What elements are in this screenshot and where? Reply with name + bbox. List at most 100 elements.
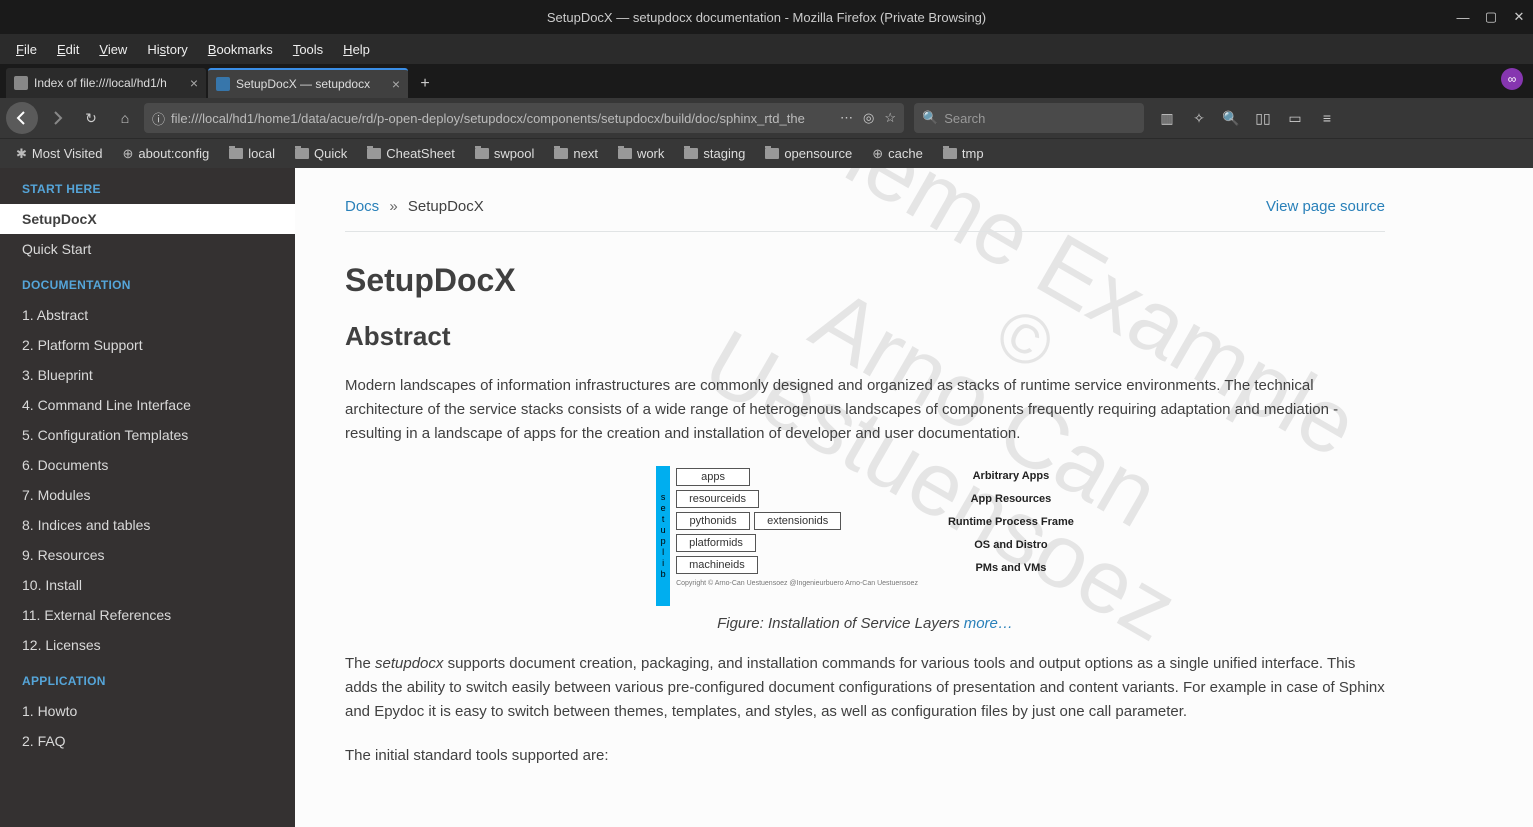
menubar: File Edit View History Bookmarks Tools H…: [0, 34, 1533, 64]
globe-icon: ⊕: [122, 146, 133, 162]
tab-setupdocx[interactable]: SetupDocX — setupdocx ×: [208, 68, 408, 98]
breadcrumb-sep: »: [389, 198, 397, 215]
sidebar-icon[interactable]: ▥: [1156, 110, 1178, 127]
more-icon[interactable]: ⋯: [840, 110, 853, 126]
info-icon[interactable]: ⓘ: [152, 109, 165, 128]
abstract-p2: The setupdocx supports document creation…: [345, 652, 1385, 724]
private-browsing-icon: ∞: [1501, 68, 1523, 90]
close-button[interactable]: ✕: [1511, 9, 1527, 25]
folder-icon: [554, 148, 568, 159]
figure-more-link[interactable]: more…: [964, 615, 1013, 632]
sidebar-caption-start: START HERE: [0, 168, 295, 204]
bookmark-quick[interactable]: Quick: [287, 144, 355, 163]
breadcrumb-current: SetupDocX: [408, 198, 484, 215]
doc-sidebar: START HERE SetupDocX Quick Start DOCUMEN…: [0, 168, 295, 827]
bookmark-opensource[interactable]: opensource: [757, 144, 860, 163]
breadcrumb-root[interactable]: Docs: [345, 198, 379, 215]
sidebar-item-licenses[interactable]: 12. Licenses: [0, 630, 295, 660]
sidebar-item-quickstart[interactable]: Quick Start: [0, 234, 295, 264]
sidebar-item-faq[interactable]: 2. FAQ: [0, 726, 295, 756]
sidebar-item-resources[interactable]: 9. Resources: [0, 540, 295, 570]
menu-view[interactable]: View: [89, 38, 137, 61]
sidebar-caption-documentation: DOCUMENTATION: [0, 264, 295, 300]
sidebar-item-abstract[interactable]: 1. Abstract: [0, 300, 295, 330]
find-icon[interactable]: 🔍: [1220, 110, 1242, 127]
menu-help[interactable]: Help: [333, 38, 380, 61]
bookmark-next[interactable]: next: [546, 144, 606, 163]
view-page-source[interactable]: View page source: [1266, 198, 1385, 215]
forward-button[interactable]: [42, 103, 72, 133]
sidebar-caption-application: APPLICATION: [0, 660, 295, 696]
bookmark-cache[interactable]: ⊕cache: [864, 144, 931, 164]
tab-strip: Index of file:///local/hd1/h × SetupDocX…: [0, 64, 1533, 98]
main-document: Theme Example © Arno Can Uestuensoez Doc…: [295, 168, 1533, 827]
sidebar-item-blueprint[interactable]: 3. Blueprint: [0, 360, 295, 390]
bookmark-swpool[interactable]: swpool: [467, 144, 542, 163]
search-box[interactable]: 🔍 Search: [914, 103, 1144, 133]
content-area: START HERE SetupDocX Quick Start DOCUMEN…: [0, 168, 1533, 827]
bookmark-most-visited[interactable]: ✱Most Visited: [8, 144, 110, 164]
library-star-icon[interactable]: ✧: [1188, 110, 1210, 127]
sidebar-item-setupdocx[interactable]: SetupDocX: [0, 204, 295, 234]
sidebar-item-external[interactable]: 11. External References: [0, 600, 295, 630]
window-titlebar: SetupDocX — setupdocx documentation - Mo…: [0, 0, 1533, 34]
home-button[interactable]: ⌂: [110, 103, 140, 133]
close-icon[interactable]: ×: [392, 76, 400, 92]
gear-icon: ✱: [16, 146, 27, 162]
figure-caption: Figure: Installation of Service Layers: [717, 615, 960, 632]
bookmark-tmp[interactable]: tmp: [935, 144, 992, 163]
folder-icon: [765, 148, 779, 159]
folder-icon: [475, 148, 489, 159]
sidebar-item-cli[interactable]: 4. Command Line Interface: [0, 390, 295, 420]
abstract-p3: The initial standard tools supported are…: [345, 744, 1385, 768]
page-title: SetupDocX: [345, 262, 1385, 299]
minimize-button[interactable]: —: [1455, 10, 1471, 25]
close-icon[interactable]: ×: [190, 75, 198, 91]
back-button[interactable]: [6, 102, 38, 134]
diagram-copyright: Copyright © Arno-Can Uestuensoez @Ingeni…: [676, 580, 918, 587]
menu-icon[interactable]: ≡: [1316, 110, 1338, 127]
sidebar-item-platform[interactable]: 2. Platform Support: [0, 330, 295, 360]
tab-index[interactable]: Index of file:///local/hd1/h ×: [6, 68, 206, 98]
download-icon[interactable]: ▭: [1284, 110, 1306, 127]
menu-bookmarks[interactable]: Bookmarks: [198, 38, 283, 61]
abstract-p1: Modern landscapes of information infrast…: [345, 374, 1385, 446]
menu-edit[interactable]: Edit: [47, 38, 89, 61]
maximize-button[interactable]: ▢: [1483, 9, 1499, 25]
figure-service-layers: setuplib apps resourceids pythonidsexten…: [345, 466, 1385, 632]
sidebar-item-documents[interactable]: 6. Documents: [0, 450, 295, 480]
reload-button[interactable]: ↻: [76, 103, 106, 133]
sidebar-item-modules[interactable]: 7. Modules: [0, 480, 295, 510]
bookmark-work[interactable]: work: [610, 144, 672, 163]
star-icon[interactable]: ☆: [884, 110, 896, 126]
folder-icon: [295, 148, 309, 159]
folder-icon: [229, 148, 243, 159]
bookmark-staging[interactable]: staging: [676, 144, 753, 163]
url-text: file:///local/hd1/home1/data/acue/rd/p-o…: [171, 111, 834, 126]
python-icon: [216, 77, 230, 91]
folder-icon: [367, 148, 381, 159]
menu-file[interactable]: File: [6, 38, 47, 61]
section-abstract: Abstract: [345, 321, 1385, 352]
bookmark-cheatsheet[interactable]: CheatSheet: [359, 144, 463, 163]
search-icon: 🔍: [922, 110, 938, 126]
bookmark-bar: ✱Most Visited ⊕about:config local Quick …: [0, 138, 1533, 168]
sidebar-item-indices[interactable]: 8. Indices and tables: [0, 510, 295, 540]
bookmark-local[interactable]: local: [221, 144, 283, 163]
new-tab-button[interactable]: +: [410, 70, 440, 98]
search-placeholder: Search: [944, 111, 985, 126]
url-bar[interactable]: ⓘ file:///local/hd1/home1/data/acue/rd/p…: [144, 103, 904, 133]
shield-icon[interactable]: ◎: [863, 110, 874, 126]
library-icon[interactable]: ▯▯: [1252, 110, 1274, 127]
sidebar-item-install[interactable]: 10. Install: [0, 570, 295, 600]
diagram-side-label: setuplib: [656, 466, 670, 606]
nav-toolbar: ↻ ⌂ ⓘ file:///local/hd1/home1/data/acue/…: [0, 98, 1533, 138]
menu-tools[interactable]: Tools: [283, 38, 333, 61]
sidebar-item-howto[interactable]: 1. Howto: [0, 696, 295, 726]
folder-icon: [618, 148, 632, 159]
menu-history[interactable]: History: [137, 38, 197, 61]
window-title: SetupDocX — setupdocx documentation - Mo…: [547, 10, 986, 25]
bookmark-about-config[interactable]: ⊕about:config: [114, 144, 217, 164]
globe-icon: ⊕: [872, 146, 883, 162]
sidebar-item-config-templates[interactable]: 5. Configuration Templates: [0, 420, 295, 450]
